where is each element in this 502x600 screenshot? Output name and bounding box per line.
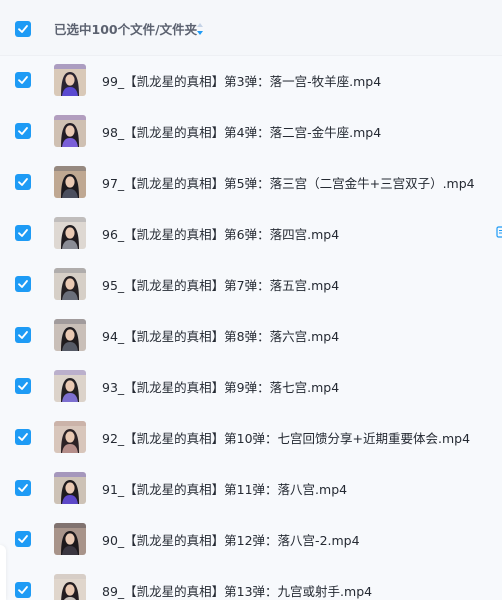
check-icon bbox=[18, 25, 28, 33]
file-name[interactable]: 92_【凯龙星的真相】第10弹：七宫回馈分享+近期重要体会.mp4 bbox=[102, 428, 470, 447]
file-name[interactable]: 99_【凯龙星的真相】第3弹：落一宫-牧羊座.mp4 bbox=[102, 71, 381, 90]
file-checkbox[interactable] bbox=[15, 225, 31, 241]
video-thumbnail[interactable] bbox=[54, 421, 86, 453]
file-row[interactable]: 99_【凯龙星的真相】第3弹：落一宫-牧羊座.mp4 bbox=[0, 55, 502, 106]
file-checkbox[interactable] bbox=[15, 72, 31, 88]
check-icon bbox=[18, 433, 28, 441]
file-name[interactable]: 94_【凯龙星的真相】第8弹：落六宫.mp4 bbox=[102, 326, 339, 345]
selection-header: 已选中100个文件/文件夹 bbox=[0, 0, 502, 56]
file-name[interactable]: 97_【凯龙星的真相】第5弹：落三宫（二宫金牛+三宫双子）.mp4 bbox=[102, 173, 475, 192]
file-name[interactable]: 98_【凯龙星的真相】第4弹：落二宫-金牛座.mp4 bbox=[102, 122, 381, 141]
video-thumbnail[interactable] bbox=[54, 268, 86, 300]
file-row[interactable]: 89_【凯龙星的真相】第13弹：九宫或射手.mp4 bbox=[0, 565, 502, 600]
check-icon bbox=[18, 484, 28, 492]
check-icon bbox=[18, 178, 28, 186]
file-row[interactable]: 93_【凯龙星的真相】第9弹：落七宫.mp4 bbox=[0, 361, 502, 412]
select-all-checkbox[interactable] bbox=[15, 21, 31, 37]
video-thumbnail[interactable] bbox=[54, 523, 86, 555]
file-row[interactable]: 97_【凯龙星的真相】第5弹：落三宫（二宫金牛+三宫双子）.mp4 bbox=[0, 157, 502, 208]
file-checkbox[interactable] bbox=[15, 582, 31, 598]
selection-count-label: 已选中100个文件/文件夹 bbox=[54, 22, 198, 37]
file-name[interactable]: 90_【凯龙星的真相】第12弹：落八宫-2.mp4 bbox=[102, 530, 360, 549]
video-thumbnail[interactable] bbox=[54, 574, 86, 600]
side-panel-handle[interactable] bbox=[0, 545, 6, 600]
video-thumbnail[interactable] bbox=[54, 472, 86, 504]
video-thumbnail[interactable] bbox=[54, 319, 86, 351]
file-checkbox[interactable] bbox=[15, 480, 31, 496]
file-row[interactable]: 92_【凯龙星的真相】第10弹：七宫回馈分享+近期重要体会.mp4 bbox=[0, 412, 502, 463]
file-name[interactable]: 89_【凯龙星的真相】第13弹：九宫或射手.mp4 bbox=[102, 581, 372, 600]
check-icon bbox=[18, 127, 28, 135]
file-row[interactable]: 96_【凯龙星的真相】第6弹：落四宫.mp4 bbox=[0, 208, 502, 259]
check-icon bbox=[18, 535, 28, 543]
check-icon bbox=[18, 280, 28, 288]
video-thumbnail[interactable] bbox=[54, 115, 86, 147]
video-thumbnail[interactable] bbox=[54, 64, 86, 96]
file-row[interactable]: 98_【凯龙星的真相】第4弹：落二宫-金牛座.mp4 bbox=[0, 106, 502, 157]
file-name[interactable]: 96_【凯龙星的真相】第6弹：落四宫.mp4 bbox=[102, 224, 339, 243]
file-checkbox[interactable] bbox=[15, 174, 31, 190]
sort-arrows-icon[interactable] bbox=[196, 22, 204, 36]
file-row[interactable]: 90_【凯龙星的真相】第12弹：落八宫-2.mp4 bbox=[0, 514, 502, 565]
file-name[interactable]: 95_【凯龙星的真相】第7弹：落五宫.mp4 bbox=[102, 275, 339, 294]
check-icon bbox=[18, 229, 28, 237]
video-thumbnail[interactable] bbox=[54, 370, 86, 402]
check-icon bbox=[18, 331, 28, 339]
file-checkbox[interactable] bbox=[15, 123, 31, 139]
file-checkbox[interactable] bbox=[15, 429, 31, 445]
check-icon bbox=[18, 76, 28, 84]
file-checkbox[interactable] bbox=[15, 276, 31, 292]
check-icon bbox=[18, 382, 28, 390]
file-list-page: 已选中100个文件/文件夹 99_【凯龙星的真相】第3弹：落一宫-牧羊座.mp4… bbox=[0, 0, 502, 600]
file-checkbox[interactable] bbox=[15, 531, 31, 547]
file-name[interactable]: 91_【凯龙星的真相】第11弹：落八宫.mp4 bbox=[102, 479, 347, 498]
file-row[interactable]: 94_【凯龙星的真相】第8弹：落六宫.mp4 bbox=[0, 310, 502, 361]
video-thumbnail[interactable] bbox=[54, 217, 86, 249]
file-name[interactable]: 93_【凯龙星的真相】第9弹：落七宫.mp4 bbox=[102, 377, 339, 396]
file-checkbox[interactable] bbox=[15, 327, 31, 343]
file-checkbox[interactable] bbox=[15, 378, 31, 394]
file-row[interactable]: 95_【凯龙星的真相】第7弹：落五宫.mp4 bbox=[0, 259, 502, 310]
check-icon bbox=[18, 586, 28, 594]
file-row[interactable]: 91_【凯龙星的真相】第11弹：落八宫.mp4 bbox=[0, 463, 502, 514]
copy-icon[interactable] bbox=[496, 226, 502, 238]
video-thumbnail[interactable] bbox=[54, 166, 86, 198]
